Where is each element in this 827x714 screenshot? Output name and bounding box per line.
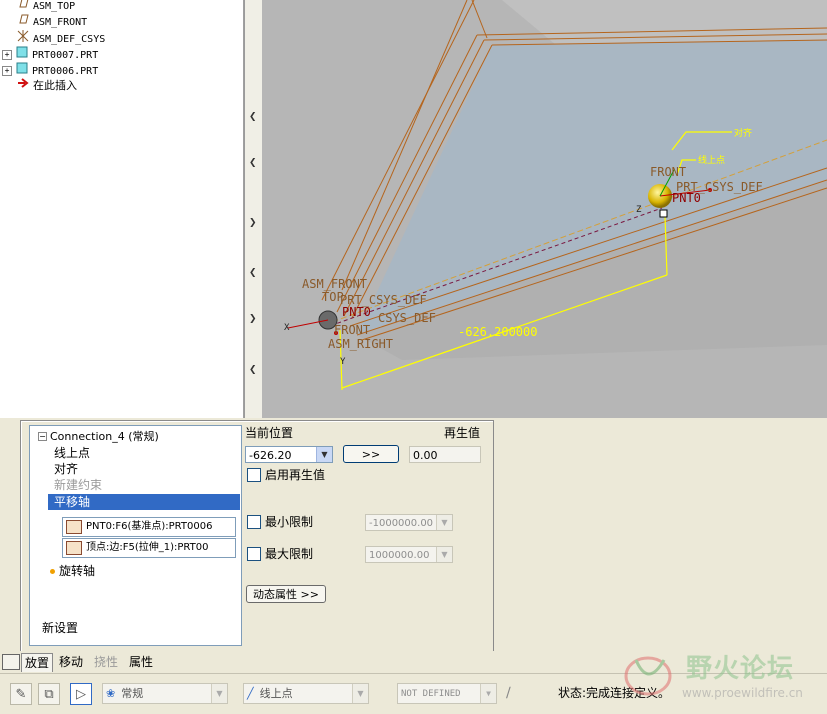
dimension-value[interactable]: -626.200000 [458,325,537,339]
expand-icon[interactable]: + [2,66,12,76]
expand-right-icon[interactable]: ❯ [249,314,257,324]
tree-item-prt0007[interactable]: + PRT0007.PRT [2,46,98,62]
constraint-type-dropdown[interactable]: ╱ 线上点 ▼ [243,683,369,704]
connection-type-dropdown[interactable]: ❀ 常规 ▼ [102,683,228,704]
bullet-icon [50,569,55,574]
tab-move[interactable]: 移动 [56,653,86,671]
expand-icon[interactable]: + [2,50,12,60]
constraint-point-on-line[interactable]: 线上点 [54,445,90,461]
tree-item-prt0006[interactable]: + PRT0006.PRT [2,62,98,78]
tab-placement[interactable]: 放置 [21,653,54,672]
point-on-line-icon: ╱ [247,687,254,700]
new-set[interactable]: 新设置 [42,620,78,636]
dashboard-toolbar: ✎ ⧉ ▷ ❀ 常规 ▼ ╱ 线上点 ▼ NOT DEFINED ▼ ∕ 状态:完成… [0,654,827,714]
watermark-logo: 野火论坛 www.proewildfire.cn [618,648,823,712]
constraint-align[interactable]: 对齐 [54,461,78,477]
collapse-left-icon[interactable]: ❮ [249,158,257,168]
connection-icon: ❀ [106,687,116,700]
reference-icon [66,520,82,534]
splitter-strip[interactable]: ❮ ❮ ❯ ❮ ❯ ❮ [244,0,264,418]
tree-item-asm-front[interactable]: ASM_FRONT [4,14,87,30]
dynamic-properties-button[interactable]: 动态属性 >> [246,585,326,603]
label-align: 对齐 [734,127,752,139]
current-position-dropdown[interactable]: -626.20 ▼ [245,446,333,463]
reference-icon [66,541,82,555]
label-csys: CSYS_DEF [378,311,436,325]
label-asm-front: ASM_FRONT [302,277,367,291]
label-front: FRONT [334,323,370,337]
tree-item-asm-top[interactable]: ASM_TOP [4,0,75,14]
axis-label-x: X [284,323,290,333]
tab-flexibility[interactable]: 挠性 [91,653,121,671]
min-limit-label: 最小限制 [265,515,314,529]
chevron-down-icon: ▼ [316,447,332,462]
graphics-viewport[interactable]: FRONT PRT_CSYS_DEF ASM_FRONT TOP PRT_CSY… [262,0,827,418]
tree-item-asm-def-csys[interactable]: ASM_DEF_CSYS [4,30,105,46]
placement-panel: − Connection_4 (常规) 线上点 对齐 新建约束 平移轴 PNT0:… [20,420,494,652]
max-limit-label: 最大限制 [265,547,314,561]
max-limit-dropdown[interactable]: 1000000.00 ▼ [365,546,453,563]
drag-handle[interactable] [659,209,668,218]
min-limit-dropdown[interactable]: -1000000.00 ▼ [365,514,453,531]
chevron-down-icon: ▼ [211,684,227,703]
datum-plane-icon [16,14,30,30]
label-point-on-line: 线上点 [698,154,725,166]
label-pnt0: PNT0 [672,191,701,205]
rotation-axis[interactable]: 旋转轴 [50,563,95,579]
offset-dropdown[interactable]: NOT DEFINED ▼ [397,683,497,704]
regen-value-field[interactable]: 0.00 [409,446,481,463]
tab-properties[interactable]: 属性 [126,653,156,671]
min-limit-checkbox[interactable] [247,515,261,529]
enable-regen-checkbox[interactable] [247,468,261,482]
collapse-left-icon[interactable]: ❮ [249,112,257,122]
separate-window-icon[interactable]: ⧉ [38,683,60,705]
label-asm-right: ASM_RIGHT [328,337,393,351]
constraint-translation-axis[interactable]: 平移轴 [48,494,240,510]
axis-label-y: Y [340,357,346,367]
edit-icon[interactable]: ✎ [10,683,32,705]
max-limit-checkbox[interactable] [247,547,261,561]
label-pnt0: PNT0 [342,305,371,319]
constraint-list: − Connection_4 (常规) 线上点 对齐 新建约束 平移轴 PNT0:… [29,425,242,646]
datum-plane-icon [16,0,30,14]
tree-item-insert-here[interactable]: 在此插入 [4,78,77,94]
chevron-down-icon: ▼ [436,547,452,562]
label-front: FRONT [650,165,686,179]
new-constraint[interactable]: 新建约束 [54,477,102,493]
current-position-label: 当前位置 [245,426,294,440]
chevron-down-icon: ▼ [480,684,496,703]
model-tree: ASM_TOP ASM_FRONT ASM_DEF_CSYS + PRT0007.… [0,0,244,418]
axis-label-z: Z [636,205,642,215]
show-component-icon[interactable]: ▷ [70,683,92,705]
collapse-left-icon[interactable]: ❮ [249,268,257,278]
chevron-down-icon: ▼ [436,515,452,530]
chevron-down-icon: ▼ [352,684,368,703]
tab-panel-icon [2,654,20,670]
regen-value-label: 再生值 [444,426,481,440]
expand-right-icon[interactable]: ❯ [249,218,257,228]
reference-collector-1[interactable]: PNT0:F6(基准点):PRT0006 [62,517,236,537]
reference-collector-2[interactable]: 顶点:边:F5(拉伸_1):PRT00 [62,538,236,558]
enable-regen-label: 启用再生值 [265,468,326,482]
apply-position-button[interactable]: >> [343,445,399,463]
collapse-icon[interactable]: − [38,432,47,441]
flip-icon[interactable]: ∕ [506,685,511,701]
model-scene: FRONT PRT_CSYS_DEF ASM_FRONT TOP PRT_CSY… [284,0,827,391]
collapse-left-icon[interactable]: ❮ [249,365,257,375]
insert-arrow-icon [16,78,30,94]
connection-node[interactable]: − Connection_4 (常规) [38,428,159,444]
